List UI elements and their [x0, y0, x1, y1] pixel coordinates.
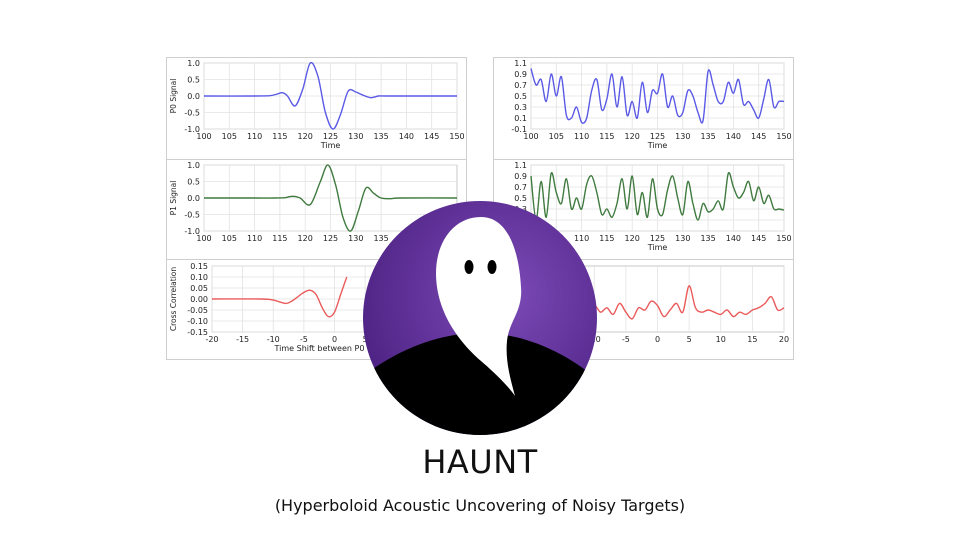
y-axis-label: Cross Correlation [169, 267, 178, 332]
x-tick-label: 150 [449, 132, 464, 141]
y-tick-label: 0.5 [514, 92, 527, 101]
x-tick-label: 140 [726, 234, 741, 243]
y-axis-label: P0 Signal [169, 79, 178, 114]
x-tick-label: 105 [222, 132, 237, 141]
x-axis-label: Time [320, 141, 341, 150]
x-tick-label: 120 [625, 234, 640, 243]
x-tick-label: 135 [700, 132, 715, 141]
y-tick-label: 0.0 [187, 194, 200, 203]
x-tick-label: 110 [574, 132, 589, 141]
x-tick-label: 15 [747, 335, 757, 344]
chart-panel-1: 1.10.90.70.50.30.1-0.1100 105 110 115 120 125… [493, 57, 794, 160]
x-tick-label: 120 [298, 234, 313, 243]
y-tick-label: -0.5 [184, 109, 200, 118]
x-tick-label: 145 [751, 234, 766, 243]
x-tick-label: 145 [751, 132, 766, 141]
x-tick-label: 105 [549, 132, 564, 141]
y-tick-label: 0.9 [514, 172, 527, 181]
x-tick-label: 150 [776, 234, 791, 243]
x-tick-label: 120 [625, 132, 640, 141]
x-tick-label: 115 [599, 234, 614, 243]
y-axis-label: P1 Signal [169, 181, 178, 216]
y-tick-label: 0.15 [190, 262, 208, 271]
x-tick-label: 135 [373, 132, 388, 141]
y-tick-label: 0.9 [514, 70, 527, 79]
ghost-left-eye-icon [464, 260, 474, 274]
haunt-ghost-logo [363, 201, 597, 435]
y-tick-label: 0.3 [514, 103, 527, 112]
y-tick-label: 1.1 [514, 161, 527, 170]
x-tick-label: 0 [332, 335, 337, 344]
x-tick-label: 115 [599, 132, 614, 141]
y-tick-label: -0.10 [187, 317, 208, 326]
y-tick-label: 0.0 [187, 92, 200, 101]
x-tick-label: 140 [399, 132, 414, 141]
page-subtitle: (Hyperboloid Acoustic Uncovering of Nois… [274, 496, 686, 515]
y-tick-label: -0.5 [184, 211, 200, 220]
chart-panel-0: 1.00.50.0-0.5-1.0100 105 110 115 120 125 130 13… [166, 57, 467, 160]
y-tick-label: 0.1 [514, 114, 527, 123]
x-tick-label: 130 [675, 132, 690, 141]
y-tick-label: 1.0 [187, 59, 200, 68]
x-tick-label: 0 [655, 335, 660, 344]
x-tick-label: -20 [205, 335, 218, 344]
x-tick-label: 125 [323, 132, 338, 141]
y-tick-label: -0.05 [187, 306, 208, 315]
x-tick-label: 100 [196, 234, 211, 243]
y-tick-label: 1.0 [187, 161, 200, 170]
x-tick-label: 115 [272, 234, 287, 243]
x-tick-label: 135 [700, 234, 715, 243]
x-tick-label: 125 [650, 132, 665, 141]
x-tick-label: 110 [247, 234, 262, 243]
x-tick-label: 10 [716, 335, 726, 344]
x-tick-label: 105 [222, 234, 237, 243]
x-tick-label: -15 [236, 335, 249, 344]
x-axis-label: Time [647, 243, 668, 252]
x-tick-label: -5 [300, 335, 308, 344]
ghost-right-eye-icon [487, 260, 497, 274]
x-tick-label: 145 [424, 132, 439, 141]
y-tick-label: 0.5 [187, 76, 200, 85]
y-tick-label: 1.1 [514, 59, 527, 68]
x-tick-label: -10 [267, 335, 280, 344]
x-tick-label: 125 [650, 234, 665, 243]
x-tick-label: 120 [298, 132, 313, 141]
x-tick-label: 130 [675, 234, 690, 243]
y-tick-label: 0.10 [190, 273, 208, 282]
y-tick-label: 0.05 [190, 284, 208, 293]
y-tick-label: 0.7 [514, 81, 527, 90]
y-tick-label: 0.5 [187, 178, 200, 187]
x-tick-label: 130 [348, 132, 363, 141]
x-tick-label: 110 [247, 132, 262, 141]
x-tick-label: 5 [687, 335, 692, 344]
x-tick-label: 140 [726, 132, 741, 141]
x-tick-label: 20 [779, 335, 789, 344]
x-tick-label: -5 [622, 335, 630, 344]
page-title: HAUNT [422, 443, 538, 481]
x-tick-label: 150 [776, 132, 791, 141]
x-tick-label: 100 [523, 132, 538, 141]
x-tick-label: 115 [272, 132, 287, 141]
x-axis-label: Time [647, 141, 668, 150]
y-tick-label: 0.7 [514, 183, 527, 192]
x-tick-label: 130 [348, 234, 363, 243]
x-tick-label: 125 [323, 234, 338, 243]
x-tick-label: 100 [196, 132, 211, 141]
y-tick-label: 0.00 [190, 295, 208, 304]
